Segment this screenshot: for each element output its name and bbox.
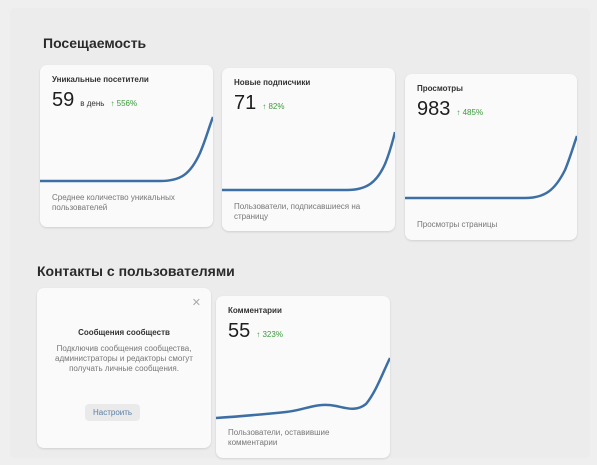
sparkline-chart	[40, 116, 213, 183]
metric: 983 ↑ 485%	[417, 98, 483, 121]
metric-value: 55	[228, 320, 251, 342]
metric-delta: ↑ 323%	[256, 330, 283, 339]
close-icon[interactable]: ✕	[192, 296, 201, 309]
sparkline-chart	[216, 357, 390, 420]
card-caption: Пользователи, подписавшиеся на страницу	[234, 202, 361, 221]
metric: 55 ↑ 323%	[228, 320, 283, 343]
metric: 59 в день ↑ 556%	[52, 89, 137, 112]
card-title: Комментарии	[228, 306, 282, 315]
sparkline-line	[40, 116, 213, 183]
messages-description: Подключив сообщения сообщества, админист…	[55, 344, 193, 373]
metric-delta: ↑ 82%	[262, 102, 285, 111]
sparkline-line	[222, 131, 395, 192]
sparkline-chart	[222, 131, 395, 192]
messages-title: Сообщения сообществ	[78, 328, 170, 337]
card-caption: Пользователи, оставившие комментарии	[228, 428, 330, 447]
card-title: Новые подписчики	[234, 78, 311, 87]
metric-value: 983	[417, 98, 451, 120]
community-messages-card: ✕ Сообщения сообществ Подключив сообщени…	[37, 288, 211, 448]
metric-value: 71	[234, 92, 257, 114]
card-title: Просмотры	[417, 84, 464, 93]
attendance-title: Посещаемость	[43, 35, 147, 51]
metric-unit: в день	[80, 99, 105, 108]
card-caption: Просмотры страницы	[417, 220, 498, 229]
metric-value: 59	[52, 89, 75, 111]
contacts-title: Контакты с пользователями	[37, 263, 235, 279]
stats-panel: Посещаемость Уникальные посетители 59 в …	[10, 8, 590, 458]
configure-button[interactable]: Настроить	[85, 404, 141, 421]
card-title: Уникальные посетители	[52, 75, 149, 84]
unique-visitors-card[interactable]: Уникальные посетители 59 в день ↑ 556% С…	[40, 65, 213, 227]
metric-delta: ↑ 556%	[110, 99, 138, 108]
metric: 71 ↑ 82%	[234, 92, 284, 115]
sparkline-chart	[405, 135, 577, 200]
sparkline-line	[216, 357, 390, 420]
metric-delta: ↑ 485%	[456, 108, 484, 117]
new-subscribers-card[interactable]: Новые подписчики 71 ↑ 82% Пользователи, …	[222, 68, 395, 231]
card-caption: Среднее количество уникальных пользовате…	[52, 193, 175, 212]
comments-card[interactable]: Комментарии 55 ↑ 323% Пользователи, оста…	[216, 296, 390, 458]
sparkline-line	[405, 135, 577, 200]
views-card[interactable]: Просмотры 983 ↑ 485% Просмотры страницы	[405, 74, 577, 240]
